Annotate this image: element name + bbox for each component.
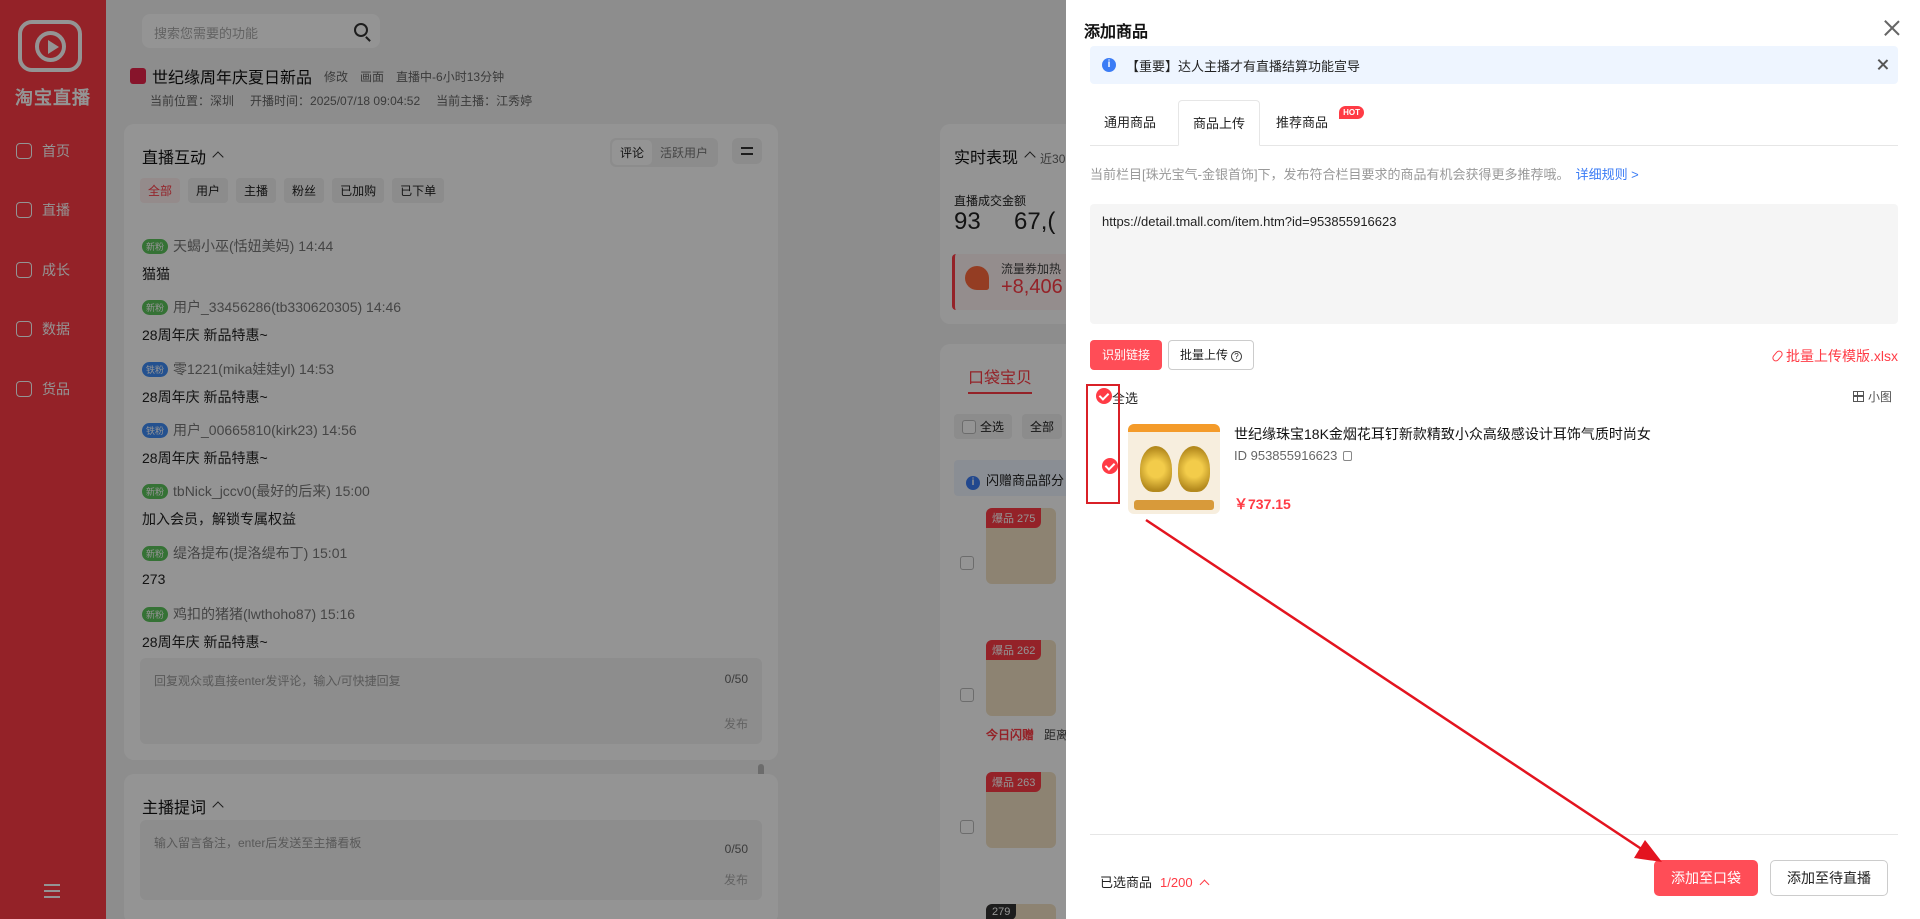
arrow-head	[1634, 840, 1662, 862]
annotation-arrow	[1145, 518, 1662, 862]
arrow-line	[1145, 518, 1647, 854]
